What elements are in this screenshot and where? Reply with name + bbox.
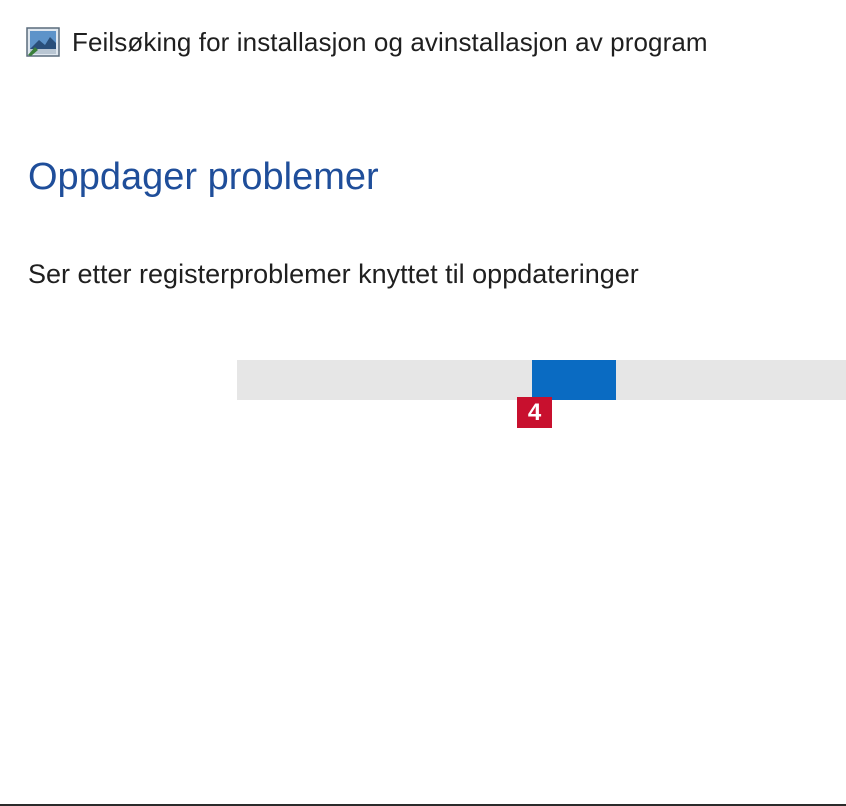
page-title: Oppdager problemer	[28, 156, 379, 198]
window-title: Feilsøking for installasjon og avinstall…	[72, 26, 708, 57]
progress-indicator	[532, 360, 617, 400]
status-text: Ser etter registerproblemer knyttet til …	[28, 259, 639, 289]
progress-bar	[237, 360, 846, 400]
window-titlebar: Feilsøking for installasjon og avinstall…	[26, 24, 708, 60]
troubleshooter-icon	[26, 27, 60, 57]
callout-badge: 4	[517, 397, 552, 428]
troubleshooter-window: Feilsøking for installasjon og avinstall…	[0, 0, 846, 806]
